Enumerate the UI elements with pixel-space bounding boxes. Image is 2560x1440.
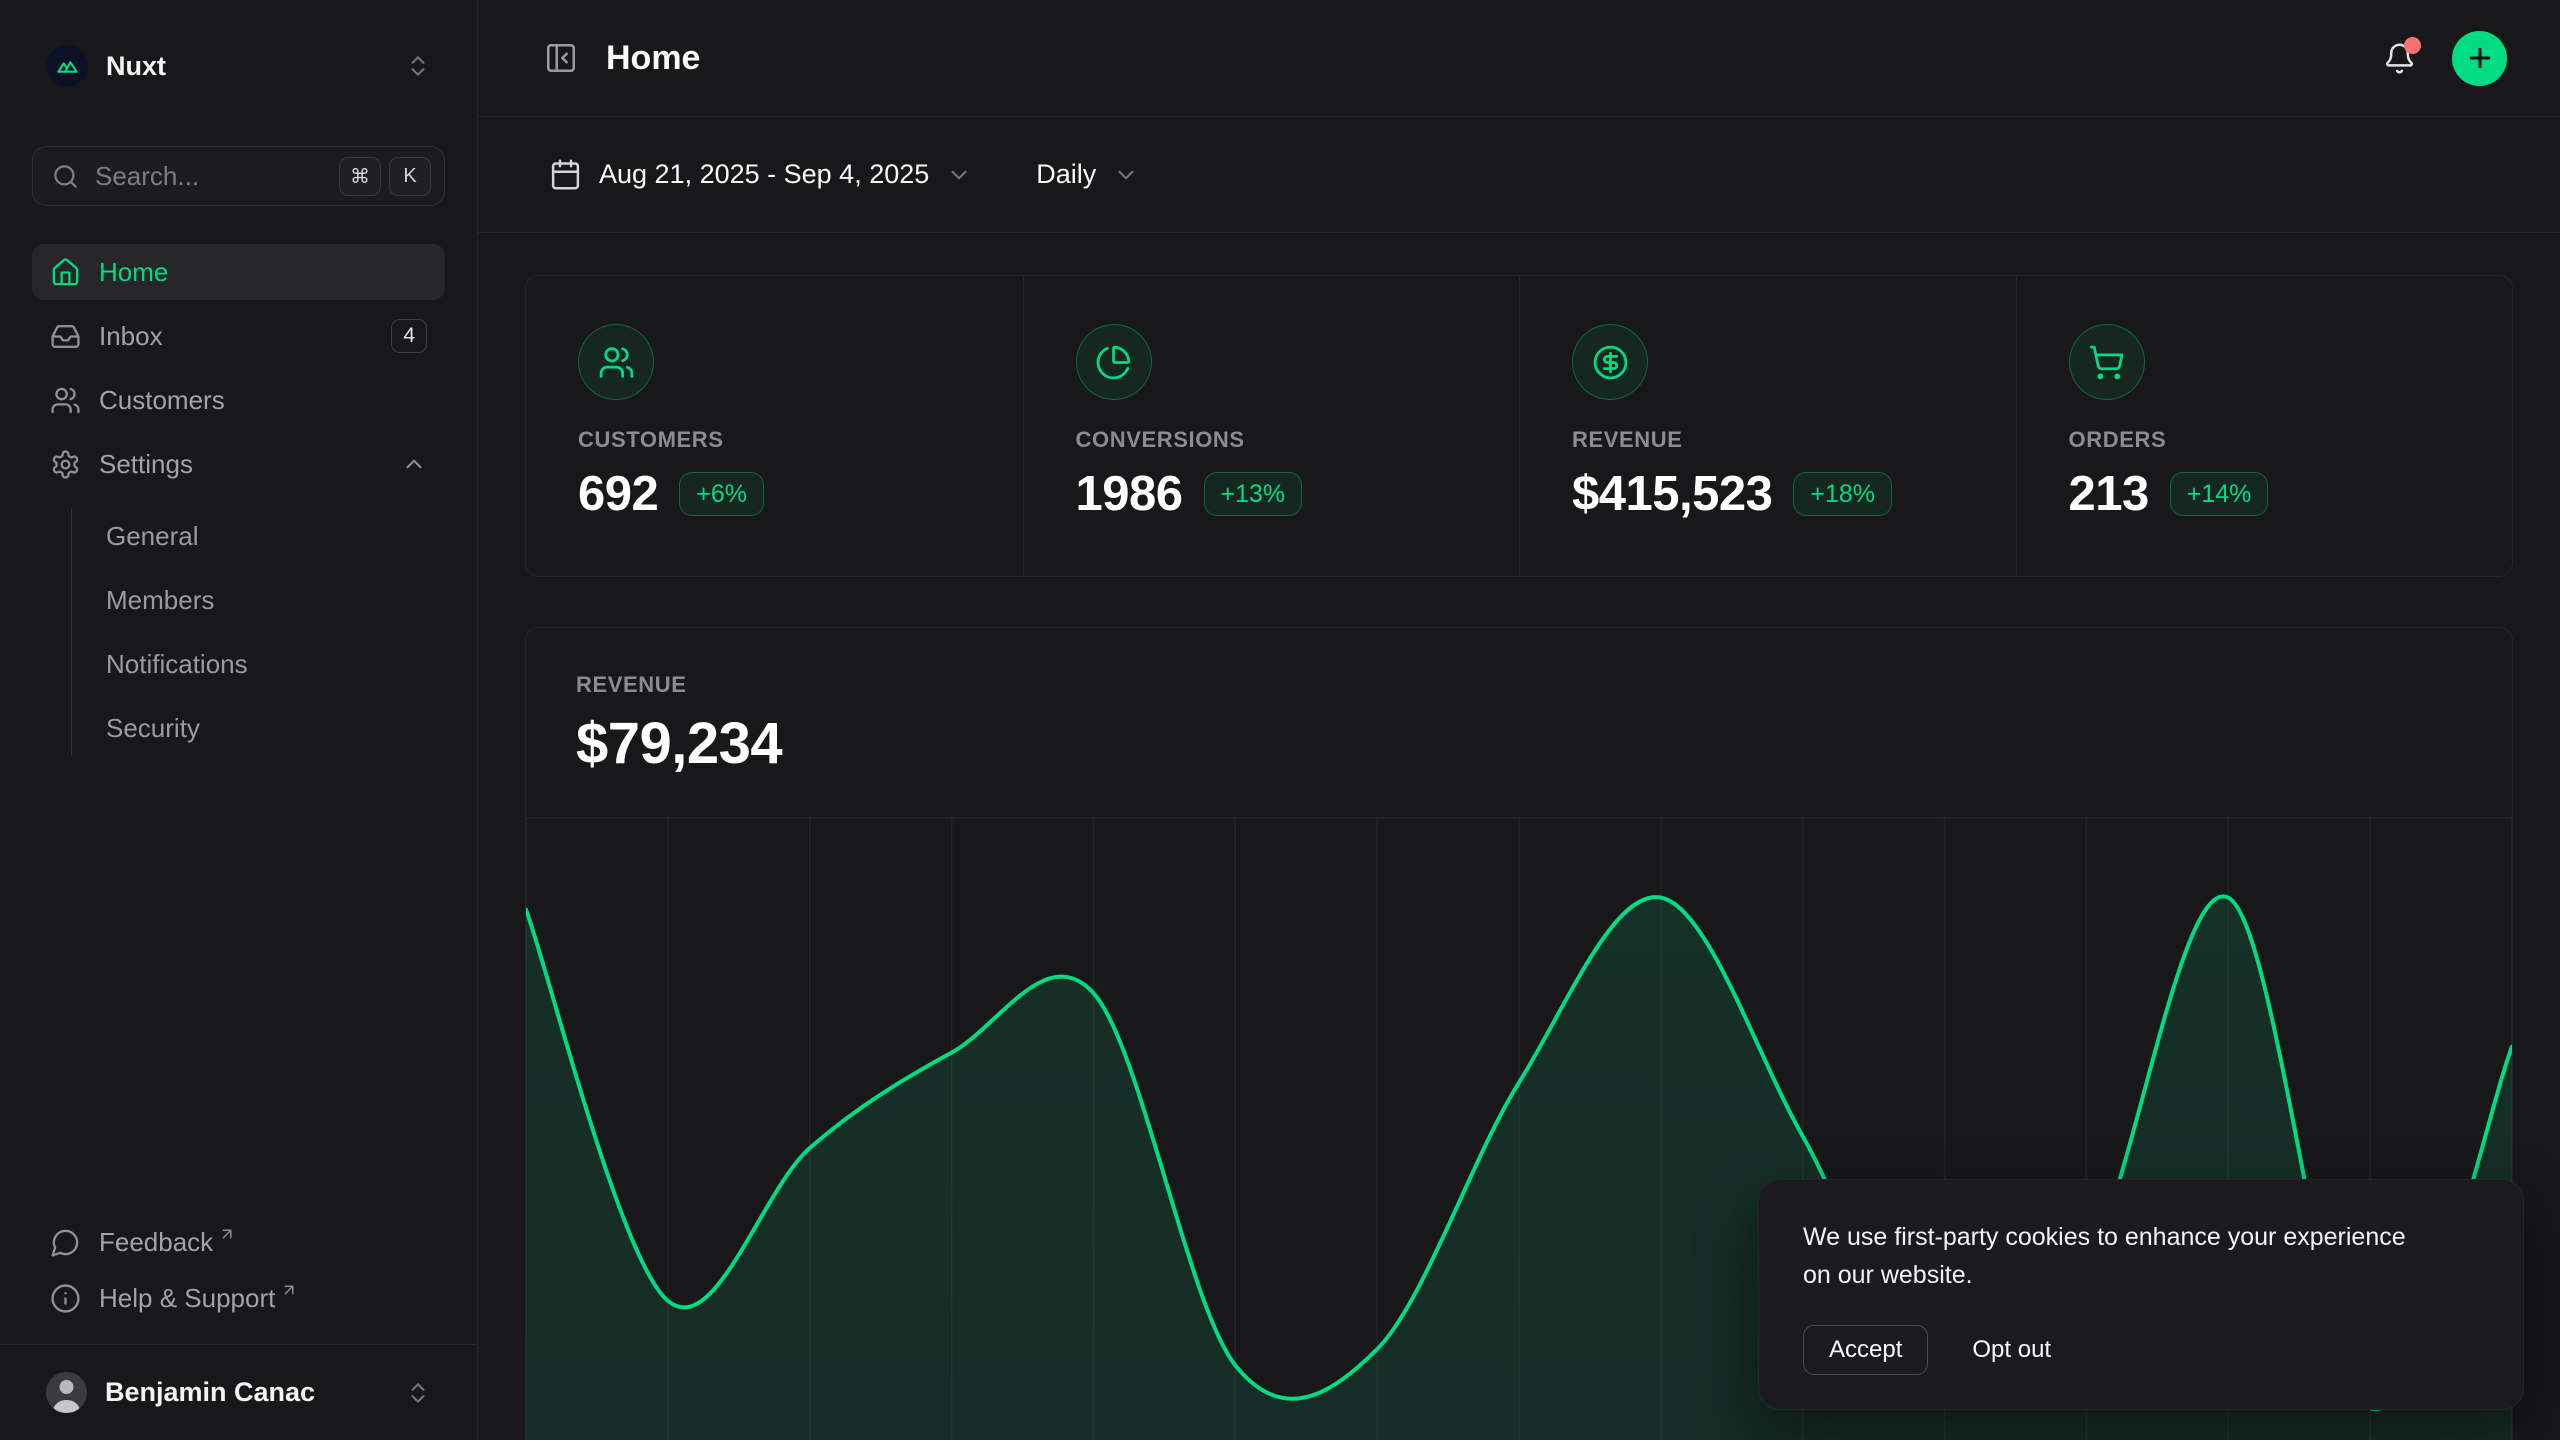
page-header: Home	[478, 0, 2560, 117]
panel-left-close-icon	[544, 41, 578, 75]
k-keycap: K	[389, 157, 431, 196]
page-title: Home	[606, 39, 700, 78]
user-menu[interactable]: Benjamin Canac	[32, 1345, 445, 1440]
sidebar-item-label: Settings	[99, 449, 193, 480]
users-icon	[578, 324, 654, 400]
team-name: Nuxt	[106, 51, 166, 82]
sidebar-item-settings[interactable]: Settings	[32, 436, 445, 492]
stat-value: 692	[578, 466, 658, 522]
inbox-icon	[50, 321, 81, 352]
arrow-up-right-icon	[280, 1281, 298, 1299]
circle-dollar-icon	[1572, 324, 1648, 400]
stat-label: REVENUE	[1572, 427, 1964, 453]
sidebar-item-label: Home	[99, 257, 168, 288]
cmd-keycap: ⌘	[339, 157, 381, 196]
stat-value: 1986	[1076, 466, 1183, 522]
granularity-value: Daily	[1036, 159, 1096, 190]
cookie-message: We use first-party cookies to enhance yo…	[1803, 1218, 2433, 1296]
revenue-chart-header: REVENUE $79,234	[526, 628, 2512, 817]
stat-customers: CUSTOMERS 692 +6%	[526, 276, 1023, 576]
sidebar-item-general[interactable]: General	[72, 508, 445, 564]
sidebar-item-members[interactable]: Members	[72, 572, 445, 628]
header-actions	[2383, 31, 2507, 86]
sidebar-item-label: Feedback	[99, 1227, 213, 1258]
date-range-picker[interactable]: Aug 21, 2025 - Sep 4, 2025	[543, 157, 978, 192]
sidebar-item-label: Customers	[99, 385, 225, 416]
gear-icon	[50, 449, 81, 480]
notifications-button[interactable]	[2383, 42, 2416, 75]
stat-delta-badge: +14%	[2170, 472, 2269, 516]
filter-toolbar: Aug 21, 2025 - Sep 4, 2025 Daily	[478, 117, 2560, 233]
opt-out-button[interactable]: Opt out	[1966, 1335, 2057, 1365]
info-icon	[50, 1283, 81, 1314]
stat-value: $415,523	[1572, 466, 1772, 522]
stat-label: CONVERSIONS	[1076, 427, 1468, 453]
sidebar-item-inbox[interactable]: Inbox 4	[32, 308, 445, 364]
stat-conversions: CONVERSIONS 1986 +13%	[1023, 276, 1520, 576]
sidebar-item-security[interactable]: Security	[72, 700, 445, 756]
add-button[interactable]	[2452, 31, 2507, 86]
sidebar-item-notifications[interactable]: Notifications	[72, 636, 445, 692]
search-placeholder: Search...	[95, 161, 199, 192]
search-input[interactable]: Search... ⌘ K	[32, 146, 445, 206]
chevrons-up-down-icon	[405, 53, 431, 79]
pie-chart-icon	[1076, 324, 1152, 400]
sidebar-nav: Home Inbox 4 Customers Settings Ge	[32, 244, 445, 756]
notification-dot	[2404, 37, 2421, 54]
chevron-up-icon	[401, 451, 427, 477]
sidebar-item-customers[interactable]: Customers	[32, 372, 445, 428]
sidebar-item-label: Inbox	[99, 321, 163, 352]
sidebar-item-feedback[interactable]: Feedback	[32, 1214, 445, 1270]
sidebar-item-help-support[interactable]: Help & Support	[32, 1270, 445, 1326]
sidebar-item-home[interactable]: Home	[32, 244, 445, 300]
settings-submenu: General Members Notifications Security	[71, 508, 445, 756]
cookie-actions: Accept Opt out	[1803, 1325, 2479, 1375]
sidebar-item-label: Help & Support	[99, 1283, 275, 1314]
stat-revenue: REVENUE $415,523 +18%	[1519, 276, 2016, 576]
avatar	[46, 1372, 87, 1413]
revenue-label: REVENUE	[576, 672, 2462, 698]
accept-button[interactable]: Accept	[1803, 1325, 1928, 1375]
stat-orders: ORDERS 213 +14%	[2016, 276, 2513, 576]
stat-label: CUSTOMERS	[578, 427, 971, 453]
stat-delta-badge: +6%	[679, 472, 764, 516]
stat-label: ORDERS	[2069, 427, 2461, 453]
stats-panel: CUSTOMERS 692 +6% CONVERSIONS 1986 +13%	[525, 275, 2513, 577]
users-icon	[50, 385, 81, 416]
nuxt-logo-icon	[46, 45, 88, 87]
user-name: Benjamin Canac	[105, 1377, 315, 1408]
house-icon	[50, 257, 81, 288]
stat-delta-badge: +13%	[1204, 472, 1303, 516]
inbox-count-badge: 4	[391, 319, 427, 352]
cookie-banner: We use first-party cookies to enhance yo…	[1758, 1179, 2524, 1411]
arrow-up-right-icon	[218, 1225, 236, 1243]
team-switcher[interactable]: Nuxt	[32, 36, 445, 96]
stat-value: 213	[2069, 466, 2149, 522]
calendar-icon	[549, 158, 582, 191]
search-shortcut: ⌘ K	[339, 157, 431, 196]
sidebar-spacer	[32, 756, 445, 1214]
date-range-value: Aug 21, 2025 - Sep 4, 2025	[599, 159, 929, 190]
plus-icon	[2465, 43, 2495, 73]
chevrons-up-down-icon	[405, 1380, 431, 1406]
sidebar: Nuxt Search... ⌘ K Home Inbox 4	[0, 0, 478, 1440]
message-circle-icon	[50, 1227, 81, 1258]
granularity-select[interactable]: Daily	[1030, 158, 1145, 191]
search-icon	[52, 163, 79, 190]
collapse-sidebar-button[interactable]	[544, 41, 578, 75]
chevron-down-icon	[1113, 162, 1139, 188]
stat-delta-badge: +18%	[1793, 472, 1892, 516]
chevron-down-icon	[946, 162, 972, 188]
revenue-value: $79,234	[576, 710, 2462, 777]
shopping-cart-icon	[2069, 324, 2145, 400]
